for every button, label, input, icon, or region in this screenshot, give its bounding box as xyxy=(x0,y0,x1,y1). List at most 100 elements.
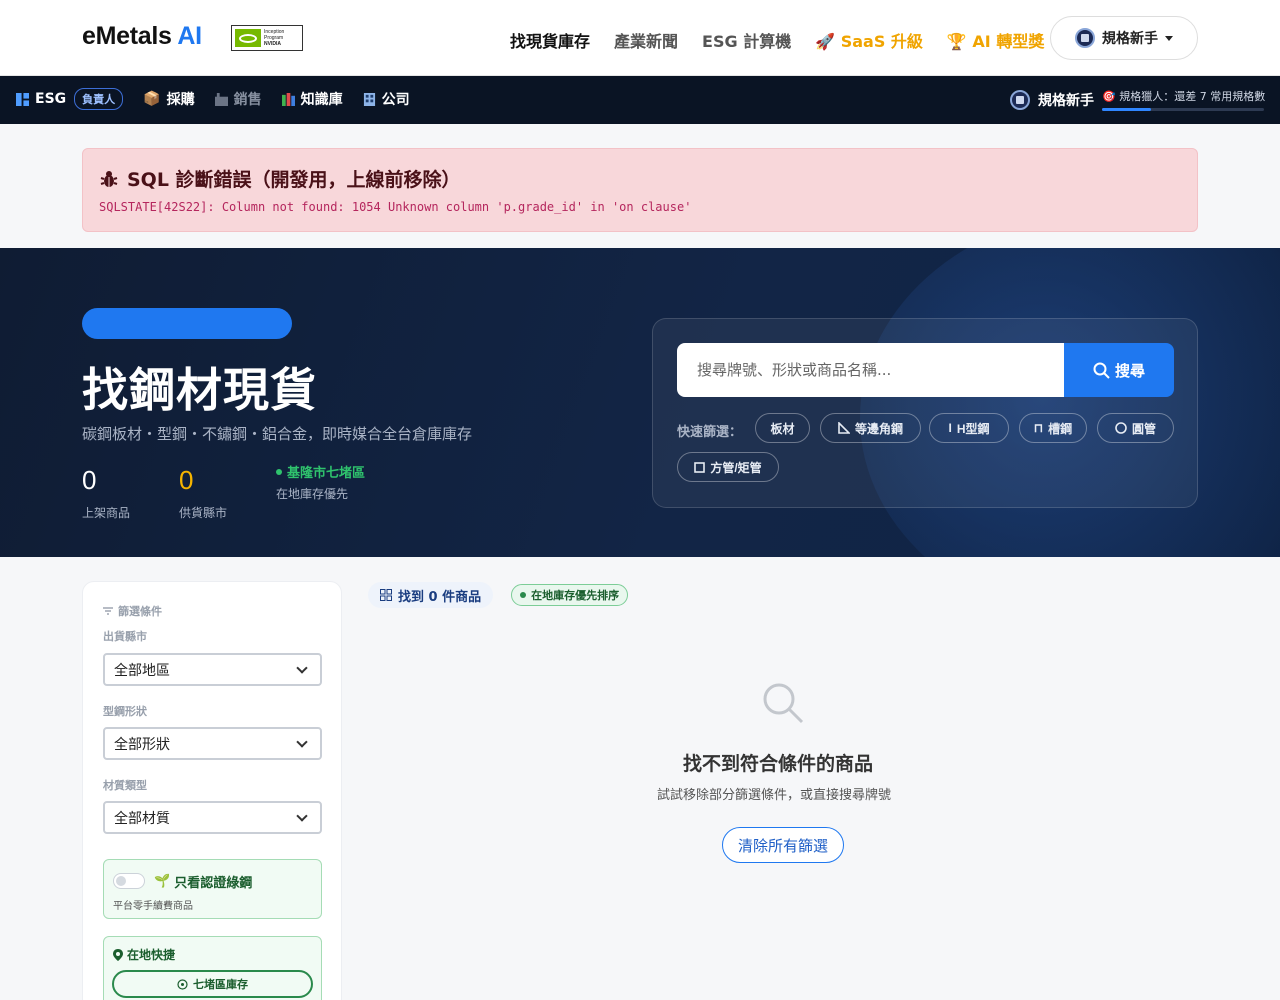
subnav-item-esg[interactable]: ESG 負責人 xyxy=(16,88,124,110)
stat-products-value: 0 xyxy=(82,465,97,495)
chip-round-pipe[interactable]: 圓管 xyxy=(1097,413,1174,443)
local-quick-title: 在地快捷 xyxy=(127,948,176,962)
local-priority-badge: 在地庫存優先排序 xyxy=(511,584,629,606)
search-icon xyxy=(1093,362,1110,379)
filter-label-shape: 型鋼形狀 xyxy=(103,705,147,718)
target-icon: 🎯 xyxy=(1102,90,1116,103)
search-panel: 搜尋 快速篩選： 板材 等邊角鋼 I H型鋼 ⊓ 槽鋼 圓管 方管/矩管 xyxy=(652,318,1198,508)
local-quick-filter: 在地快捷 七堵區庫存 xyxy=(103,936,322,1000)
grid-icon xyxy=(380,589,392,601)
status-dot-icon xyxy=(276,468,282,475)
nav-item-esg-calculator[interactable]: ESG 計算機 xyxy=(702,28,791,52)
square-icon xyxy=(694,461,706,473)
error-section: SQL 診斷錯誤（開發用，上線前移除） SQLSTATE[42S22]: Col… xyxy=(0,124,1280,248)
rocket-icon: 🚀 xyxy=(815,32,836,51)
status-dot-icon xyxy=(520,592,527,598)
search-input[interactable] xyxy=(677,343,1065,397)
main-nav: 找現貨庫存 產業新聞 ESG 計算機 🚀 SaaS 升級 🏆 AI 轉型獎 xyxy=(510,28,1044,52)
hero-pill-badge xyxy=(82,308,292,339)
search-button[interactable]: 搜尋 xyxy=(1064,343,1174,397)
filter-icon xyxy=(103,607,113,615)
results-count: 找到 0 件商品 xyxy=(368,582,494,608)
green-steel-title: 只看認證綠鋼 xyxy=(174,876,253,891)
nvidia-eye-icon xyxy=(235,29,261,47)
nav-item-ai-award[interactable]: 🏆 AI 轉型獎 xyxy=(947,28,1044,52)
filter-label-city: 出貨縣市 xyxy=(103,630,147,643)
brand-logo[interactable]: eMetals AI xyxy=(82,22,202,51)
subnav-item-company[interactable]: 公司 xyxy=(363,89,410,109)
shape-select[interactable]: 全部形狀 xyxy=(103,727,322,760)
chevron-down-icon xyxy=(296,810,308,822)
top-nav: eMetals AI Inception Program NVIDIA 找現貨庫… xyxy=(0,0,1280,76)
trophy-icon: 🏆 xyxy=(946,32,967,51)
xp-progress: 🎯 規格獵人：還差 7 常用規格數 xyxy=(1102,88,1266,111)
building-icon xyxy=(363,92,375,106)
factory-icon xyxy=(214,92,228,106)
results-header: 找到 0 件商品 在地庫存優先排序 xyxy=(368,582,629,608)
filter-sidebar: 篩選條件 出貨縣市 全部地區 型鋼形狀 全部形狀 材質類型 全部材質 🌱 只看認… xyxy=(82,581,342,1000)
angle-icon xyxy=(838,422,850,434)
green-steel-toggle[interactable] xyxy=(113,873,145,889)
city-select[interactable]: 全部地區 xyxy=(103,653,322,686)
green-steel-filter: 🌱 只看認證綠鋼 平台零手續費商品 xyxy=(103,859,322,919)
seedling-icon: 🌱 xyxy=(154,874,171,889)
nav-item-news[interactable]: 產業新聞 xyxy=(614,28,678,52)
channel-icon: ⊓ xyxy=(1033,421,1044,435)
subnav-item-purchase[interactable]: 📦 採購 xyxy=(143,89,194,109)
role-badge: 負責人 xyxy=(74,88,124,110)
empty-search-icon xyxy=(763,683,804,724)
local-inventory-button[interactable]: 七堵區庫存 xyxy=(112,970,313,998)
xp-text: 規格獵人：還差 7 常用規格數 xyxy=(1119,90,1266,103)
nvidia-badge-text: Inception Program NVIDIA xyxy=(264,29,285,47)
subnav-user-name[interactable]: 規格新手 xyxy=(1038,90,1094,110)
chip-square-tube[interactable]: 方管/矩管 xyxy=(677,452,779,482)
stat-products-label: 上架商品 xyxy=(82,506,131,520)
brand-ai: AI xyxy=(177,22,202,50)
subnav-avatar-icon xyxy=(1010,89,1030,110)
i-beam-icon: I xyxy=(948,421,952,435)
empty-state-title: 找不到符合條件的商品 xyxy=(683,753,874,775)
hero-title: 找鋼材現貨 xyxy=(82,363,317,417)
empty-state-subtitle: 試試移除部分篩選條件，或直接搜尋牌號 xyxy=(657,788,892,803)
nvidia-inception-badge: Inception Program NVIDIA xyxy=(231,25,303,51)
stat-cities-value: 0 xyxy=(179,465,194,495)
clear-filters-button[interactable]: 清除所有篩選 xyxy=(722,827,844,863)
target-circle-icon xyxy=(177,978,188,990)
stat-cities: 0 供貨縣市 xyxy=(179,465,227,521)
sql-error-alert: SQL 診斷錯誤（開發用，上線前移除） SQLSTATE[42S22]: Col… xyxy=(82,148,1198,232)
nav-item-inventory[interactable]: 找現貨庫存 xyxy=(510,28,590,52)
caret-down-icon xyxy=(1165,35,1173,41)
sub-nav: ESG 負責人 📦 採購 銷售 知識庫 公司 規格新手 🎯 規格獵人：還差 7 … xyxy=(0,76,1280,124)
books-icon xyxy=(281,92,295,106)
box-icon: 📦 xyxy=(143,91,161,107)
nav-item-saas-upgrade[interactable]: 🚀 SaaS 升級 xyxy=(815,28,923,52)
quick-filter-label: 快速篩選： xyxy=(677,425,743,440)
subnav-item-knowledge[interactable]: 知識庫 xyxy=(281,89,343,109)
brand-name: eMetals xyxy=(82,22,172,50)
error-message: SQLSTATE[42S22]: Column not found: 1054 … xyxy=(99,200,692,214)
stat-products: 0 上架商品 xyxy=(82,465,130,521)
location-indicator: 基隆市七堵區 在地庫存優先 xyxy=(276,462,365,502)
location-city: 基隆市七堵區 xyxy=(287,466,366,481)
hero-section: 找鋼材現貨 碳鋼板材・型鋼・不鏽鋼・鋁合金，即時媒合全台倉庫庫存 0 上架商品 … xyxy=(0,248,1280,557)
chip-h-beam[interactable]: I H型鋼 xyxy=(929,413,1009,443)
xp-bar-fill xyxy=(1102,108,1151,111)
user-avatar-icon xyxy=(1075,28,1095,48)
user-menu-button[interactable]: 規格新手 xyxy=(1050,16,1198,60)
circle-icon xyxy=(1115,422,1127,434)
chevron-down-icon xyxy=(296,736,308,748)
material-select[interactable]: 全部材質 xyxy=(103,801,322,834)
hero-subtitle: 碳鋼板材・型鋼・不鏽鋼・鋁合金，即時媒合全台倉庫庫存 xyxy=(82,425,473,443)
dashboard-icon xyxy=(16,92,29,106)
map-pin-icon xyxy=(113,948,123,961)
subnav-item-sales[interactable]: 銷售 xyxy=(214,89,262,109)
chip-angle-steel[interactable]: 等邊角鋼 xyxy=(820,413,921,443)
green-steel-subtitle: 平台零手續費商品 xyxy=(113,901,193,912)
user-name: 規格新手 xyxy=(1102,31,1158,47)
chevron-down-icon xyxy=(296,662,308,674)
chip-plate[interactable]: 板材 xyxy=(755,413,810,443)
filter-heading: 篩選條件 xyxy=(103,603,162,619)
chip-channel[interactable]: ⊓ 槽鋼 xyxy=(1019,413,1087,443)
stat-cities-label: 供貨縣市 xyxy=(179,506,228,520)
filter-label-material: 材質類型 xyxy=(103,779,147,792)
